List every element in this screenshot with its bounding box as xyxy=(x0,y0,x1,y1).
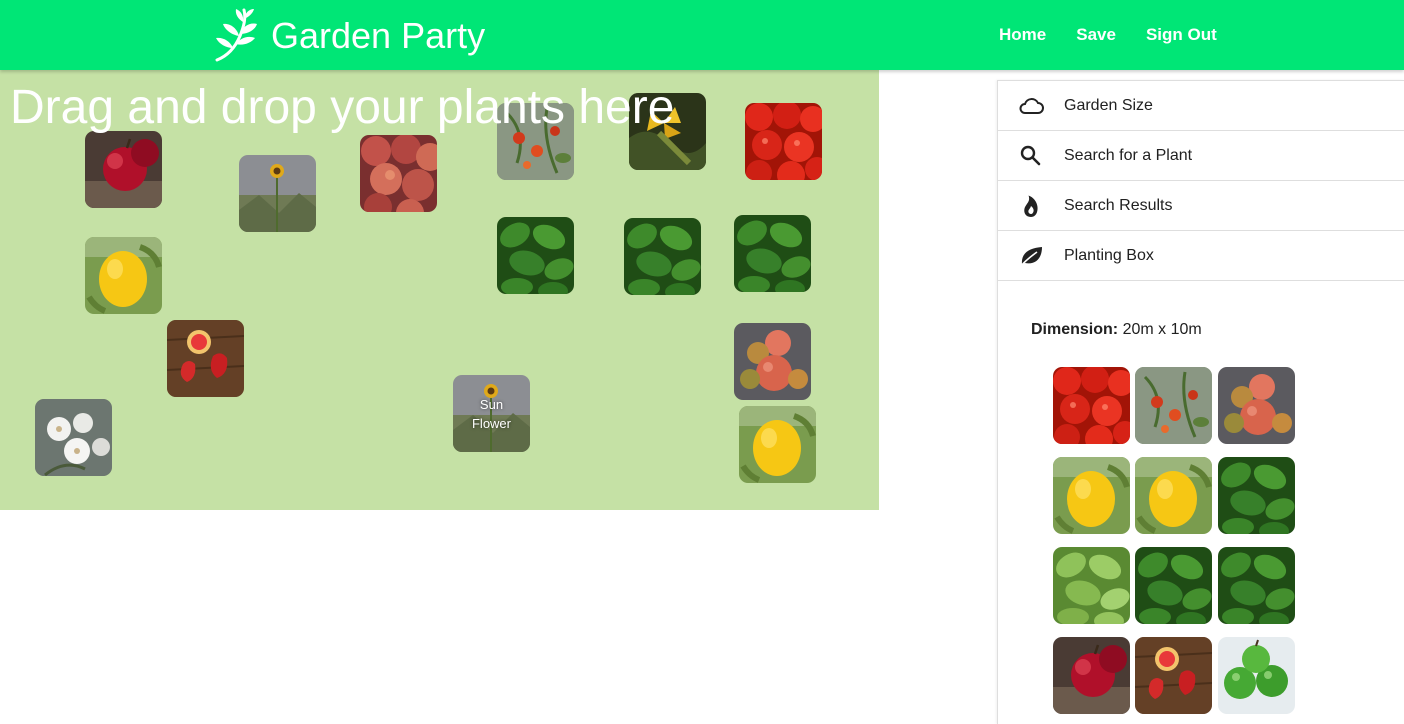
dimension-value: 20m x 10m xyxy=(1122,321,1202,338)
plant-tile-lemon[interactable] xyxy=(1053,457,1130,534)
sidebar-item-label: Search Results xyxy=(1064,196,1173,214)
plant-tile-sunflower[interactable] xyxy=(239,155,316,232)
garden-dimension: Dimension: 20m x 10m xyxy=(1031,321,1202,339)
garden-instructions: Drag and drop your plants here xyxy=(10,81,675,134)
plant-tile-tomato-plant[interactable] xyxy=(497,103,574,180)
top-navbar: Garden Party Home Save Sign Out xyxy=(0,0,1404,70)
sidebar-item-search-plant[interactable]: Search for a Plant xyxy=(998,131,1404,181)
plant-tile-tomato-plant[interactable] xyxy=(1135,367,1212,444)
plant-tile-zucchini-flower[interactable] xyxy=(629,93,706,170)
plant-tile-lemon[interactable] xyxy=(1135,457,1212,534)
sidebar-panel: Garden Size Search for a Plant Search Re… xyxy=(997,80,1404,724)
plant-tile-basil[interactable] xyxy=(624,218,701,295)
plant-tile-lemon[interactable] xyxy=(739,406,816,483)
cloud-icon xyxy=(1017,92,1045,120)
plant-tile-basil[interactable] xyxy=(1218,547,1295,624)
plant-tile-orchid[interactable] xyxy=(35,399,112,476)
nav-home-link[interactable]: Home xyxy=(984,0,1061,70)
plant-tile-tomato[interactable] xyxy=(745,103,822,180)
nav-save-link[interactable]: Save xyxy=(1061,0,1131,70)
plant-tile-peach[interactable] xyxy=(360,135,437,212)
plant-tile-red-apple[interactable] xyxy=(85,131,162,208)
sidebar-item-label: Planting Box xyxy=(1064,246,1154,264)
nav-links: Home Save Sign Out xyxy=(984,0,1232,70)
sidebar-item-garden-size[interactable]: Garden Size xyxy=(998,81,1404,131)
plant-tile-heirloom-tomato[interactable] xyxy=(734,323,811,400)
plant-tile-red-apple[interactable] xyxy=(1053,637,1130,714)
plant-tile-basil[interactable] xyxy=(734,215,811,292)
sidebar-item-search-results[interactable]: Search Results xyxy=(998,181,1404,231)
leaf-sprig-icon xyxy=(213,8,259,64)
search-icon xyxy=(1017,142,1045,170)
plant-tile-basil[interactable] xyxy=(497,217,574,294)
sidebar-item-label: Garden Size xyxy=(1064,96,1153,114)
plant-tile-tomato[interactable] xyxy=(1053,367,1130,444)
plant-tile-green-apple[interactable] xyxy=(1218,637,1295,714)
plant-tile-basil[interactable] xyxy=(1135,547,1212,624)
plant-tile-heirloom-tomato[interactable] xyxy=(1218,367,1295,444)
app-title: Garden Party xyxy=(271,15,486,56)
nav-sign-out-link[interactable]: Sign Out xyxy=(1131,0,1232,70)
plant-tile-basil[interactable] xyxy=(1218,457,1295,534)
dimension-label: Dimension: xyxy=(1031,321,1119,338)
plant-tile-sunflower[interactable]: Sun Flower xyxy=(453,375,530,452)
garden-drop-zone[interactable]: Drag and drop your plants here Sun Flower xyxy=(0,70,879,510)
plant-tile-light-basil[interactable] xyxy=(1053,547,1130,624)
leaf-icon xyxy=(1017,242,1045,270)
plant-tile-strawberry-apple[interactable] xyxy=(167,320,244,397)
sidebar-item-planting-box[interactable]: Planting Box xyxy=(998,231,1404,281)
sidebar-item-label: Search for a Plant xyxy=(1064,146,1193,164)
plant-tile-lemon[interactable] xyxy=(85,237,162,314)
fire-icon xyxy=(1017,192,1045,220)
brand-home-link[interactable]: Garden Party xyxy=(213,8,485,64)
plant-tile-strawberry-apple[interactable] xyxy=(1135,637,1212,714)
